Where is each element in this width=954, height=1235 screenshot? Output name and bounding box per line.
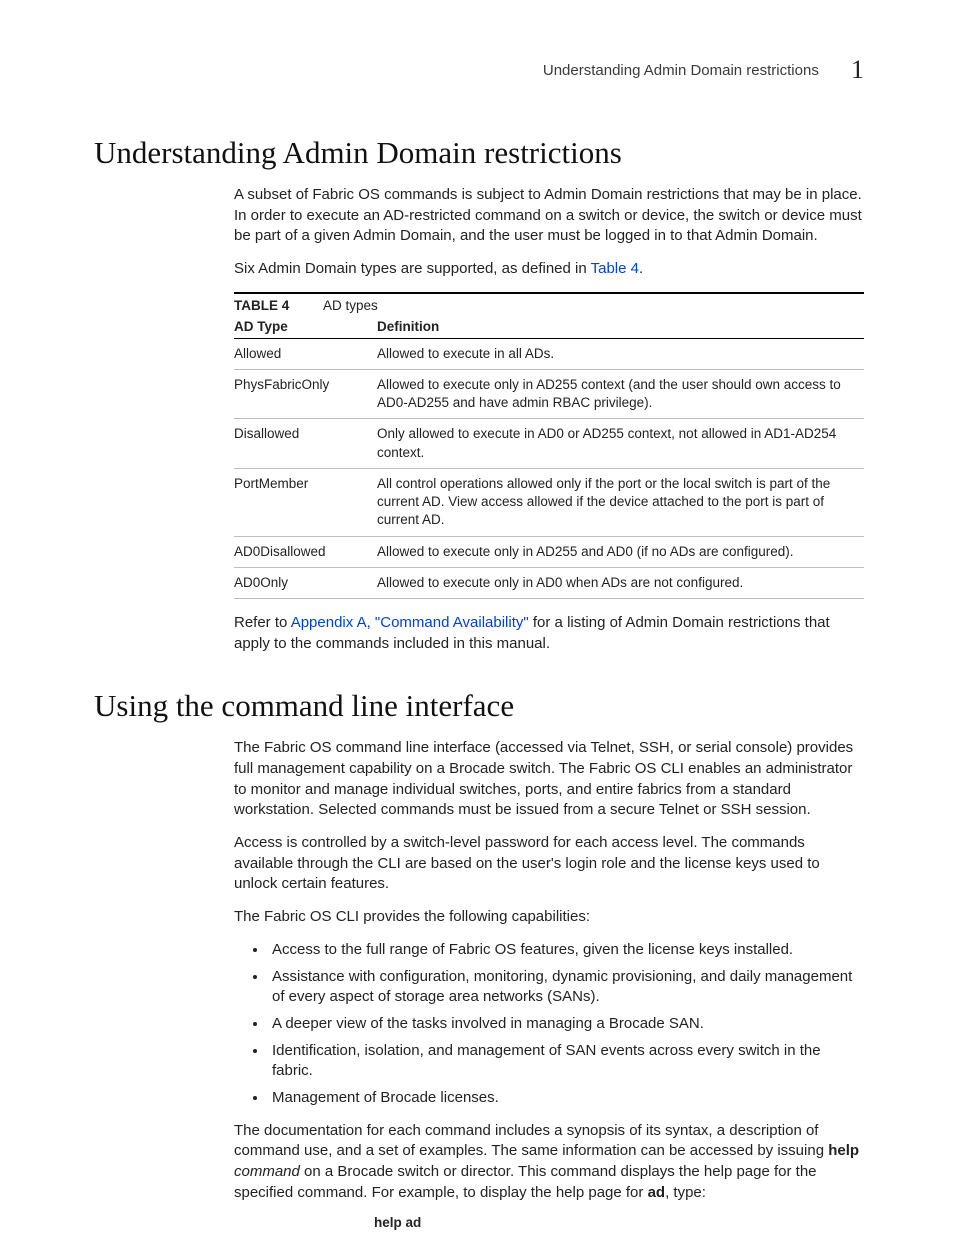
paragraph: A subset of Fabric OS commands is subjec… [234, 185, 864, 247]
paragraph: Refer to Appendix A, "Command Availabili… [234, 613, 864, 654]
list-item: Assistance with configuration, monitorin… [268, 967, 864, 1008]
example-command: help ad [374, 1215, 864, 1230]
table-row: Disallowed Only allowed to execute in AD… [234, 419, 864, 468]
section-2-body: The Fabric OS command line interface (ac… [234, 738, 864, 1230]
page: Understanding Admin Domain restrictions … [0, 0, 954, 1235]
table-caption: TABLE 4 AD types [234, 292, 864, 313]
table-row: PhysFabricOnly Allowed to execute only i… [234, 369, 864, 418]
appendix-link[interactable]: Appendix A, "Command Availability" [291, 614, 529, 631]
running-title: Understanding Admin Domain restrictions [543, 62, 819, 79]
paragraph: The Fabric OS CLI provides the following… [234, 907, 864, 928]
list-item: Access to the full range of Fabric OS fe… [268, 940, 864, 961]
table-row: PortMember All control operations allowe… [234, 468, 864, 536]
paragraph: Six Admin Domain types are supported, as… [234, 259, 864, 280]
section-heading-2: Using the command line interface [94, 688, 864, 724]
table-row: AD0Only Allowed to execute only in AD0 w… [234, 567, 864, 598]
running-header: Understanding Admin Domain restrictions … [94, 55, 864, 85]
table-header-cell: Definition [377, 315, 864, 339]
list-item: Identification, isolation, and managemen… [268, 1041, 864, 1082]
section-1-body: A subset of Fabric OS commands is subjec… [234, 185, 864, 654]
table-title: AD types [323, 298, 378, 313]
ad-types-table: AD Type Definition Allowed Allowed to ex… [234, 315, 864, 599]
table-4: TABLE 4 AD types AD Type Definition Allo… [234, 292, 864, 599]
paragraph: Access is controlled by a switch-level p… [234, 833, 864, 895]
table-row: Allowed Allowed to execute in all ADs. [234, 338, 864, 369]
list-item: A deeper view of the tasks involved in m… [268, 1014, 864, 1035]
paragraph: The documentation for each command inclu… [234, 1121, 864, 1204]
table-reference-link[interactable]: Table 4 [591, 260, 639, 277]
help-command-name: help [828, 1142, 859, 1159]
table-header-cell: AD Type [234, 315, 377, 339]
capabilities-list: Access to the full range of Fabric OS fe… [234, 940, 864, 1109]
list-item: Management of Brocade licenses. [268, 1088, 864, 1109]
paragraph: The Fabric OS command line interface (ac… [234, 738, 864, 821]
table-row: AD0Disallowed Allowed to execute only in… [234, 536, 864, 567]
section-heading-1: Understanding Admin Domain restrictions [94, 135, 864, 171]
chapter-number: 1 [851, 55, 864, 84]
ad-command-name: ad [648, 1184, 666, 1201]
table-label: TABLE 4 [234, 298, 320, 313]
